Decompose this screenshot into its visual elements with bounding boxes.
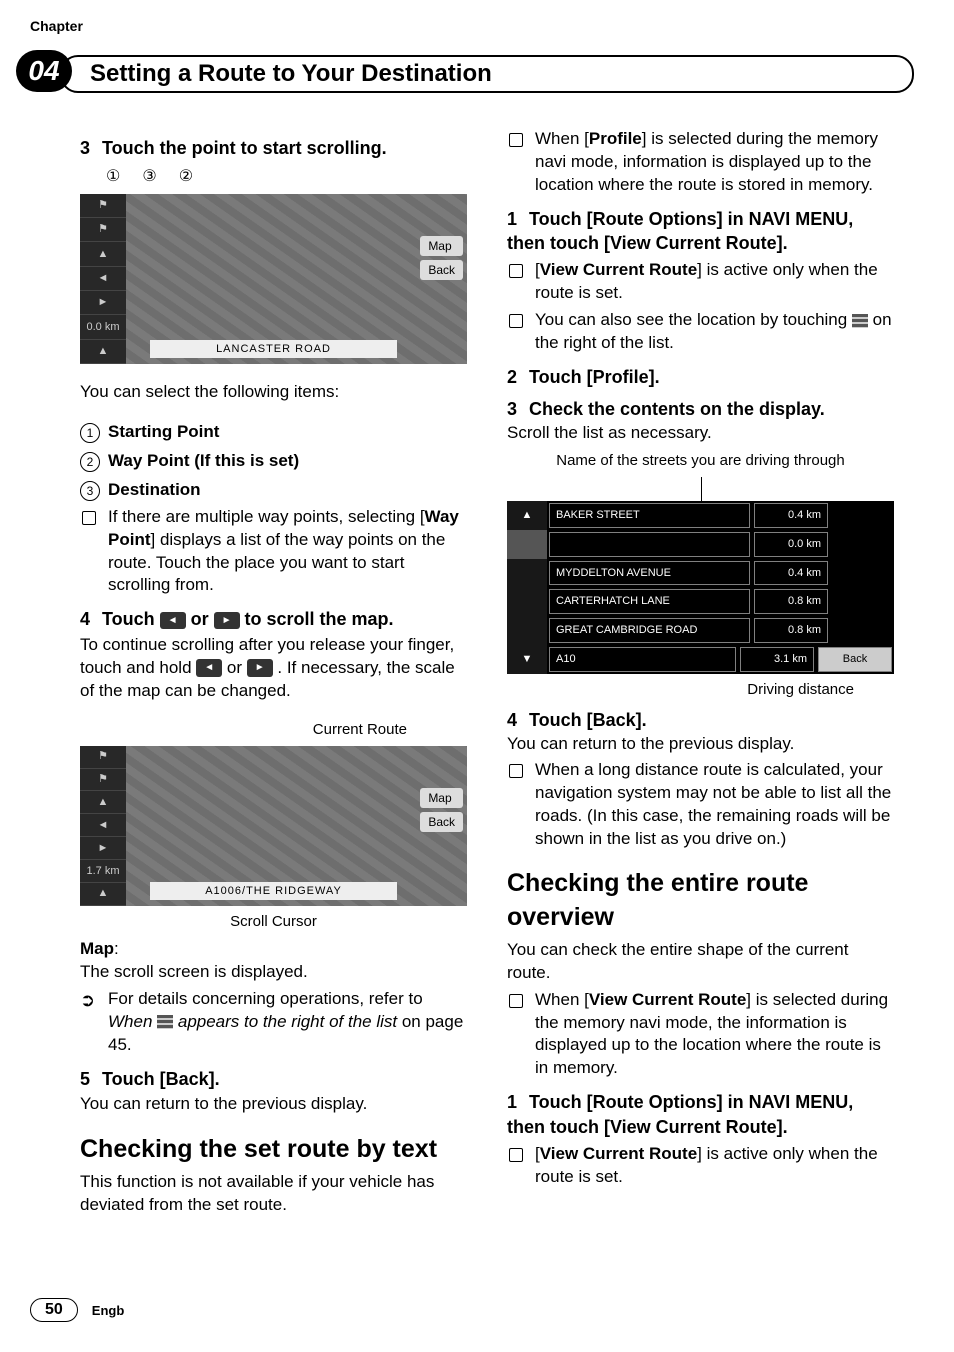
- scrollbar-track[interactable]: [507, 530, 547, 559]
- scroll-left-icon: ◄: [160, 612, 186, 630]
- list-icon: [157, 1015, 173, 1029]
- overview-description: You can check the entire shape of the cu…: [507, 939, 894, 985]
- annotation-driving-distance: Driving distance: [507, 680, 894, 700]
- overview-note: When [View Current Route] is selected du…: [507, 989, 894, 1081]
- r-step-3-title: 3Check the contents on the display.: [507, 397, 894, 421]
- list-icon: [852, 314, 868, 328]
- chapter-title: Setting a Route to Your Destination: [90, 60, 492, 88]
- map-label: Map:: [80, 938, 467, 961]
- heading-check-set-route-text: Checking the set route by text: [80, 1133, 467, 1167]
- step-4-description: To continue scrolling after you release …: [80, 634, 467, 703]
- chapter-number-badge: 04: [16, 50, 72, 92]
- profile-row-name: MYDDELTON AVENUE: [549, 561, 750, 586]
- check-text-description: This function is not available if your v…: [80, 1171, 467, 1217]
- profile-list-block: Name of the streets you are driving thro…: [507, 451, 894, 701]
- profile-row-name: CARTERHATCH LANE: [549, 589, 750, 614]
- r-step-4-description: You can return to the previous display.: [507, 733, 894, 756]
- chapter-header: Setting a Route to Your Destination: [60, 55, 914, 93]
- r-step-4-note: When a long distance route is calculated…: [507, 759, 894, 851]
- distance-readout: 0.0 km: [80, 315, 126, 339]
- page-number: 50: [30, 1298, 78, 1322]
- select-intro: You can select the following items:: [80, 381, 467, 404]
- step-5-title: 5Touch [Back].: [80, 1067, 467, 1091]
- profile-memory-note: When [Profile] is selected during the me…: [507, 128, 894, 197]
- scroll-left-icon: ◄: [80, 267, 126, 291]
- profile-row-name: A10: [549, 647, 736, 672]
- profile-row-distance: 0.8 km: [754, 618, 828, 643]
- profile-row-name: [549, 532, 750, 557]
- annotation-streets: Name of the streets you are driving thro…: [507, 451, 894, 471]
- scroll-down-icon[interactable]: ▼: [507, 645, 547, 674]
- map-street-label: LANCASTER ROAD: [150, 340, 397, 358]
- r-step-4-title: 4Touch [Back].: [507, 708, 894, 732]
- list-item-2: 2Way Point (If this is set): [80, 450, 467, 473]
- step-4-title: 4Touch ◄ or ► to scroll the map.: [80, 607, 467, 631]
- r-step-3-description: Scroll the list as necessary.: [507, 422, 894, 445]
- back-button[interactable]: Back: [420, 260, 463, 280]
- profile-row-distance: 0.8 km: [754, 589, 828, 614]
- profile-row-name: BAKER STREET: [549, 503, 750, 528]
- flag-icon: ⚑: [80, 218, 126, 242]
- profile-row-name: GREAT CAMBRIDGE ROAD: [549, 618, 750, 643]
- map-screenshot-2: ⚑ ⚑ ▲ ◄ ► 1.7 km ▲ Map Back A1006/THE RI…: [80, 746, 467, 906]
- flag-icon: ⚑: [80, 194, 126, 218]
- flag-icon: ⚑: [80, 769, 126, 792]
- language-label: Engb: [92, 1303, 125, 1318]
- o-step-1-title: 1Touch [Route Options] in NAVI MENU, the…: [507, 1090, 894, 1139]
- callout-2: ②: [179, 166, 193, 188]
- step-5-description: You can return to the previous display.: [80, 1093, 467, 1116]
- triangle-icon: ▲: [80, 883, 126, 906]
- profile-row-distance: 0.4 km: [754, 561, 828, 586]
- back-button[interactable]: Back: [420, 812, 463, 832]
- triangle-icon: ▲: [80, 340, 126, 364]
- triangle-icon: ▲: [80, 791, 126, 814]
- callout-1: ①: [106, 166, 120, 188]
- scroll-right-icon: ►: [247, 659, 273, 677]
- scroll-left-icon: ◄: [196, 659, 222, 677]
- scroll-left-icon: ◄: [80, 814, 126, 837]
- r-step-2-title: 2Touch [Profile].: [507, 365, 894, 389]
- map-street-label: A1006/THE RIDGEWAY: [150, 882, 397, 900]
- r-step-1-title: 1Touch [Route Options] in NAVI MENU, the…: [507, 207, 894, 256]
- r-step-1-note-1: [View Current Route] is active only when…: [507, 259, 894, 305]
- list-item-3: 3Destination: [80, 479, 467, 502]
- callout-3: ③: [142, 166, 156, 188]
- profile-table: ▲ BAKER STREET 0.4 km 0.0 km MYDDELTON A…: [507, 501, 894, 674]
- profile-row-distance: 3.1 km: [740, 647, 814, 672]
- map-screenshot-1: ⚑ ⚑ ▲ ◄ ► 0.0 km ▲ Map Back LANCASTER RO…: [80, 194, 467, 364]
- triangle-icon: ▲: [80, 242, 126, 266]
- map-screenshot-2-block: Current Route ⚑ ⚑ ▲ ◄ ► 1.7 km ▲ Map Bac…: [80, 720, 467, 933]
- o-step-1-note: [View Current Route] is active only when…: [507, 1143, 894, 1189]
- map-button[interactable]: Map: [420, 236, 463, 256]
- chapter-label: Chapter: [30, 18, 83, 34]
- back-button[interactable]: Back: [818, 647, 892, 672]
- flag-icon: ⚑: [80, 746, 126, 769]
- map-description: The scroll screen is displayed.: [80, 961, 467, 984]
- scroll-right-icon: ►: [80, 291, 126, 315]
- way-point-note: If there are multiple way points, select…: [80, 506, 467, 598]
- distance-readout: 1.7 km: [80, 860, 126, 883]
- profile-row-distance: 0.0 km: [754, 532, 828, 557]
- scroll-up-icon[interactable]: ▲: [507, 501, 547, 530]
- r-step-1-note-2: You can also see the location by touchin…: [507, 309, 894, 355]
- reference-note: For details concerning operations, refer…: [80, 988, 467, 1057]
- profile-row-distance: 0.4 km: [754, 503, 828, 528]
- page-footer: 50 Engb: [30, 1298, 124, 1322]
- scroll-right-icon: ►: [80, 837, 126, 860]
- list-item-1: 1Starting Point: [80, 421, 467, 444]
- scroll-right-icon: ►: [214, 612, 240, 630]
- heading-overview: Checking the entire route overview: [507, 867, 894, 935]
- step-3-title: 3Touch the point to start scrolling.: [80, 136, 467, 160]
- annotation-current-route: Current Route: [80, 720, 467, 740]
- map-button[interactable]: Map: [420, 788, 463, 808]
- step-3-block: 3Touch the point to start scrolling. ① ③…: [80, 136, 467, 364]
- annotation-scroll-cursor: Scroll Cursor: [80, 912, 467, 932]
